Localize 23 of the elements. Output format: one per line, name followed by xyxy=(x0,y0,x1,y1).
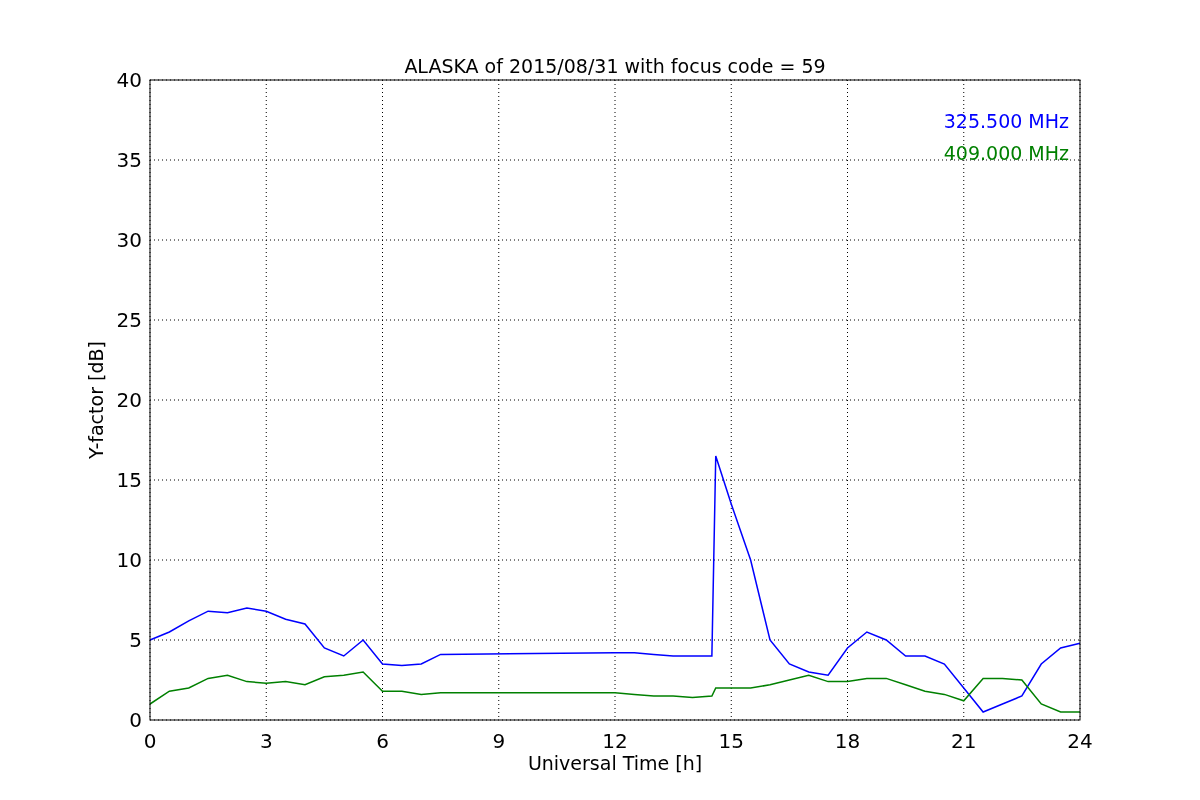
y-tick-label: 10 xyxy=(116,548,142,572)
y-tick-label: 5 xyxy=(129,628,142,652)
y-tick-label: 15 xyxy=(116,468,142,492)
y-tick-label: 30 xyxy=(116,228,142,252)
legend-label: 409.000 MHz xyxy=(943,142,1069,164)
x-tick-label: 24 xyxy=(1067,729,1093,753)
x-tick-label: 6 xyxy=(376,729,389,753)
x-tick-label: 18 xyxy=(834,729,861,753)
chart-title: ALASKA of 2015/08/31 with focus code = 59 xyxy=(404,55,826,77)
legend-label: 325.500 MHz xyxy=(943,110,1069,132)
y-tick-label: 0 xyxy=(129,708,142,732)
y-axis-label: Y-factor [dB] xyxy=(85,341,107,459)
x-tick-label: 12 xyxy=(602,729,628,753)
y-tick-label: 40 xyxy=(116,68,142,92)
y-tick-label: 20 xyxy=(116,388,142,412)
y-tick-label: 25 xyxy=(116,308,142,332)
x-axis-label: Universal Time [h] xyxy=(527,752,703,774)
y-tick-label: 35 xyxy=(116,148,142,172)
x-tick-label: 21 xyxy=(951,729,977,753)
x-tick-label: 0 xyxy=(143,729,157,753)
x-tick-label: 9 xyxy=(492,729,506,753)
x-tick-label: 3 xyxy=(259,729,273,753)
x-tick-label: 15 xyxy=(718,729,744,753)
